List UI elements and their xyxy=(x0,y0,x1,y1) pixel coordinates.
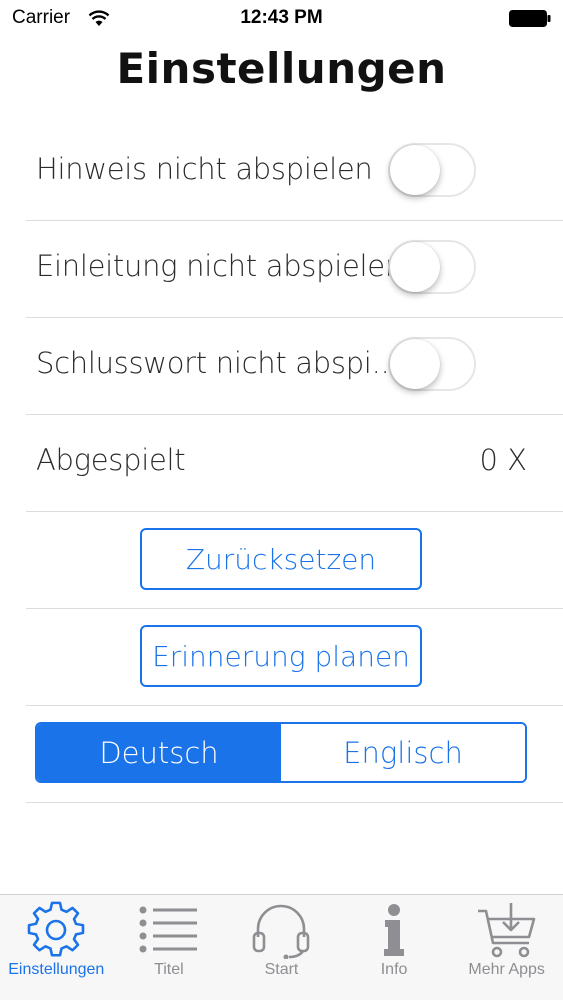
list-icon xyxy=(139,906,197,953)
setting-label: Einleitung nicht abspielen xyxy=(36,249,403,283)
clock: 12:43 PM xyxy=(240,7,323,28)
outro-toggle[interactable] xyxy=(388,337,476,391)
toggle-knob xyxy=(390,339,440,389)
tab-label: Titel xyxy=(154,961,184,978)
reset-button[interactable]: Zurücksetzen xyxy=(140,528,422,590)
battery-icon xyxy=(509,10,551,27)
played-label: Abgespielt xyxy=(36,443,186,477)
setting-row-intro: Einleitung nicht abspielen xyxy=(26,221,563,318)
schedule-reminder-button[interactable]: Erinnerung planen xyxy=(140,625,422,687)
intro-toggle[interactable] xyxy=(388,240,476,294)
status-bar: Carrier 12:43 PM xyxy=(0,0,563,38)
tab-label: Start xyxy=(264,961,299,978)
language-segmented-control: Deutsch Englisch xyxy=(35,722,527,783)
tab-label: Mehr Apps xyxy=(468,961,545,978)
tab-mehr-apps[interactable]: Mehr Apps xyxy=(450,895,563,1000)
setting-row-outro: Schlusswort nicht abspi... xyxy=(26,318,563,415)
played-row: Abgespielt 0 X xyxy=(26,415,563,512)
tab-start[interactable]: Start xyxy=(225,895,338,1000)
toggle-knob xyxy=(390,145,440,195)
setting-row-hint: Hinweis nicht abspielen xyxy=(26,124,563,221)
gear-icon xyxy=(27,901,85,957)
page-title: Einstellungen xyxy=(116,44,447,93)
tab-titel[interactable]: Titel xyxy=(113,895,226,1000)
tab-info[interactable]: Info xyxy=(338,895,451,1000)
tab-label: Einstellungen xyxy=(8,961,105,978)
setting-label: Schlusswort nicht abspi... xyxy=(36,346,399,380)
hint-toggle[interactable] xyxy=(388,143,476,197)
played-count: 0 X xyxy=(479,443,527,477)
tab-einstellungen[interactable]: Einstellungen xyxy=(0,895,113,1000)
language-option-englisch[interactable]: Englisch xyxy=(281,724,525,781)
cart-icon xyxy=(477,903,535,958)
toggle-knob xyxy=(390,242,440,292)
tab-bar: Einstellungen Titel Start Info Mehr Apps xyxy=(0,894,563,1000)
tab-label: Info xyxy=(380,961,408,978)
setting-label: Hinweis nicht abspielen xyxy=(36,152,373,186)
headphones-icon xyxy=(253,904,310,959)
info-icon xyxy=(384,904,405,956)
language-option-deutsch[interactable]: Deutsch xyxy=(37,724,281,781)
